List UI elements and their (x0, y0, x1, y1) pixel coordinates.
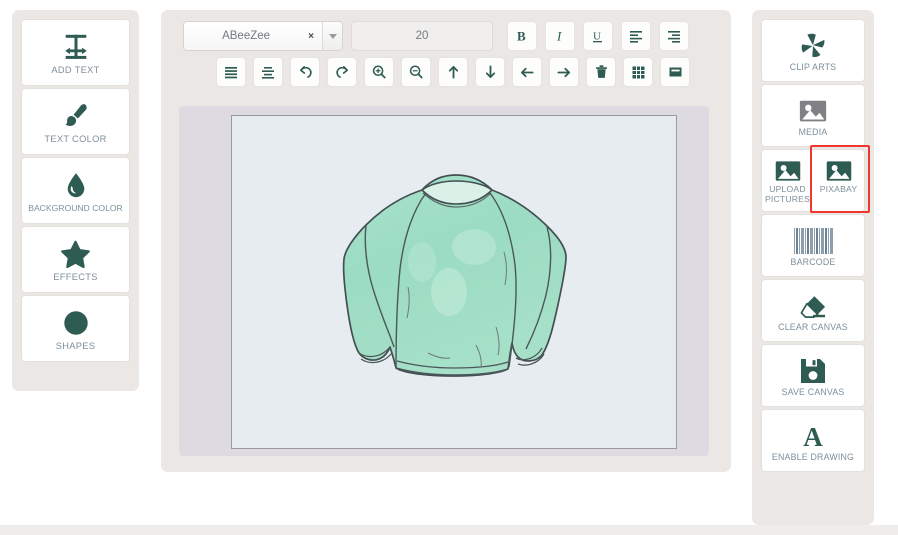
tool-effects[interactable]: EFFECTS (21, 226, 130, 293)
undo-icon (299, 65, 312, 78)
align-justify-button[interactable] (216, 57, 246, 87)
pixabay-image-icon (825, 157, 853, 185)
tool-label-line2: PICTURES (764, 193, 811, 204)
tool-add-text[interactable]: ADD TEXT (21, 19, 130, 86)
svg-text:B: B (517, 29, 526, 44)
underline-icon: U (593, 31, 602, 43)
right-tool-panel: CLIP ARTS MEDIA UPLOAD PICTURES PIXABAY … (752, 10, 874, 525)
align-left-button[interactable] (621, 21, 651, 51)
tool-label: ENABLE DRAWING (771, 451, 855, 462)
font-family-value: ABeeZee (222, 30, 271, 42)
tool-label: TEXT COLOR (44, 134, 107, 144)
canvas-frame (179, 106, 709, 456)
clip-arts-icon (798, 30, 828, 62)
tool-clip-arts[interactable]: CLIP ARTS (761, 19, 865, 82)
underline-button[interactable]: U (583, 21, 613, 51)
bold-icon: B (517, 29, 526, 44)
paint-brush-icon (61, 99, 91, 133)
star-icon (60, 237, 91, 271)
align-right-icon (668, 31, 680, 43)
zoom-in-button[interactable] (364, 57, 394, 87)
eraser-icon (798, 290, 828, 322)
editor-center-panel: ABeeZee × 20 B I U (161, 10, 731, 472)
tool-label: SHAPES (55, 341, 96, 351)
circle-icon (61, 306, 91, 340)
tool-label: BACKGROUND COLOR (28, 203, 123, 213)
zoom-out-icon (409, 65, 423, 79)
rectangle-icon (669, 67, 681, 77)
font-size-input[interactable]: 20 (351, 21, 493, 51)
text-resize-icon (61, 30, 91, 64)
redo-icon (335, 65, 348, 78)
tool-label: PIXABAY (819, 184, 858, 194)
grid-button[interactable] (623, 57, 653, 87)
fullscreen-button[interactable] (660, 57, 690, 87)
redo-button[interactable] (327, 57, 357, 87)
arrow-down-icon (485, 65, 495, 79)
tool-upload-pictures[interactable]: UPLOAD PICTURES (762, 157, 813, 204)
tool-label: BARCODE (790, 256, 836, 267)
letter-a-icon: A (799, 420, 827, 452)
move-left-button[interactable] (512, 57, 542, 87)
tool-enable-drawing[interactable]: A ENABLE DRAWING (761, 409, 865, 472)
tool-shapes[interactable]: SHAPES (21, 295, 130, 362)
move-up-button[interactable] (438, 57, 468, 87)
font-family-select[interactable]: ABeeZee × (183, 21, 343, 51)
tool-barcode[interactable]: BARCODE (761, 214, 865, 277)
zoom-out-button[interactable] (401, 57, 431, 87)
toolbar-row-2 (171, 57, 721, 87)
align-right-button[interactable] (659, 21, 689, 51)
media-image-icon (798, 95, 828, 127)
move-down-button[interactable] (475, 57, 505, 87)
tool-save-canvas[interactable]: SAVE CANVAS (761, 344, 865, 407)
align-center-button[interactable] (253, 57, 283, 87)
barcode-icon (793, 225, 833, 257)
image-editor-app: ADD TEXT TEXT COLOR BACKGROUND COLOR EFF… (0, 0, 898, 535)
trash-icon (595, 65, 607, 78)
move-right-button[interactable] (549, 57, 579, 87)
left-tool-panel: ADD TEXT TEXT COLOR BACKGROUND COLOR EFF… (12, 10, 139, 391)
zoom-in-icon (372, 65, 386, 79)
svg-text:U: U (593, 31, 601, 43)
align-justify-icon (225, 67, 237, 79)
delete-button[interactable] (586, 57, 616, 87)
clear-font-icon[interactable]: × (308, 31, 322, 42)
arrow-right-icon (557, 67, 571, 77)
align-center-icon (262, 67, 274, 79)
chevron-down-icon[interactable] (322, 22, 342, 50)
tool-label: SAVE CANVAS (781, 386, 845, 397)
sweater-artwork[interactable] (304, 157, 604, 407)
arrow-left-icon (520, 67, 534, 77)
italic-button[interactable]: I (545, 21, 575, 51)
tool-media[interactable]: MEDIA (761, 84, 865, 147)
tool-label: EFFECTS (53, 272, 98, 282)
align-left-icon (630, 31, 642, 43)
toolbar-row-1: ABeeZee × 20 B I U (171, 20, 721, 52)
tool-label: CLIP ARTS (789, 61, 837, 72)
water-drop-icon (62, 168, 90, 202)
tool-background-color[interactable]: BACKGROUND COLOR (21, 157, 130, 224)
tool-label: MEDIA (798, 126, 828, 137)
tool-label: ADD TEXT (51, 65, 100, 75)
tool-clear-canvas[interactable]: CLEAR CANVAS (761, 279, 865, 342)
arrow-up-icon (448, 65, 458, 79)
grid-icon (632, 66, 644, 78)
svg-text:A: A (803, 422, 823, 450)
design-canvas[interactable] (231, 115, 677, 449)
upload-pixabay-row: UPLOAD PICTURES PIXABAY (761, 145, 870, 213)
tool-text-color[interactable]: TEXT COLOR (21, 88, 130, 155)
tool-label: CLEAR CANVAS (778, 321, 848, 332)
undo-button[interactable] (290, 57, 320, 87)
tool-pixabay[interactable]: PIXABAY (813, 157, 864, 195)
bold-button[interactable]: B (507, 21, 537, 51)
page-bottom-strip (0, 525, 898, 535)
italic-icon: I (556, 29, 562, 44)
upload-picture-icon (774, 157, 802, 185)
floppy-disk-icon (799, 355, 827, 387)
svg-text:I: I (556, 29, 562, 44)
